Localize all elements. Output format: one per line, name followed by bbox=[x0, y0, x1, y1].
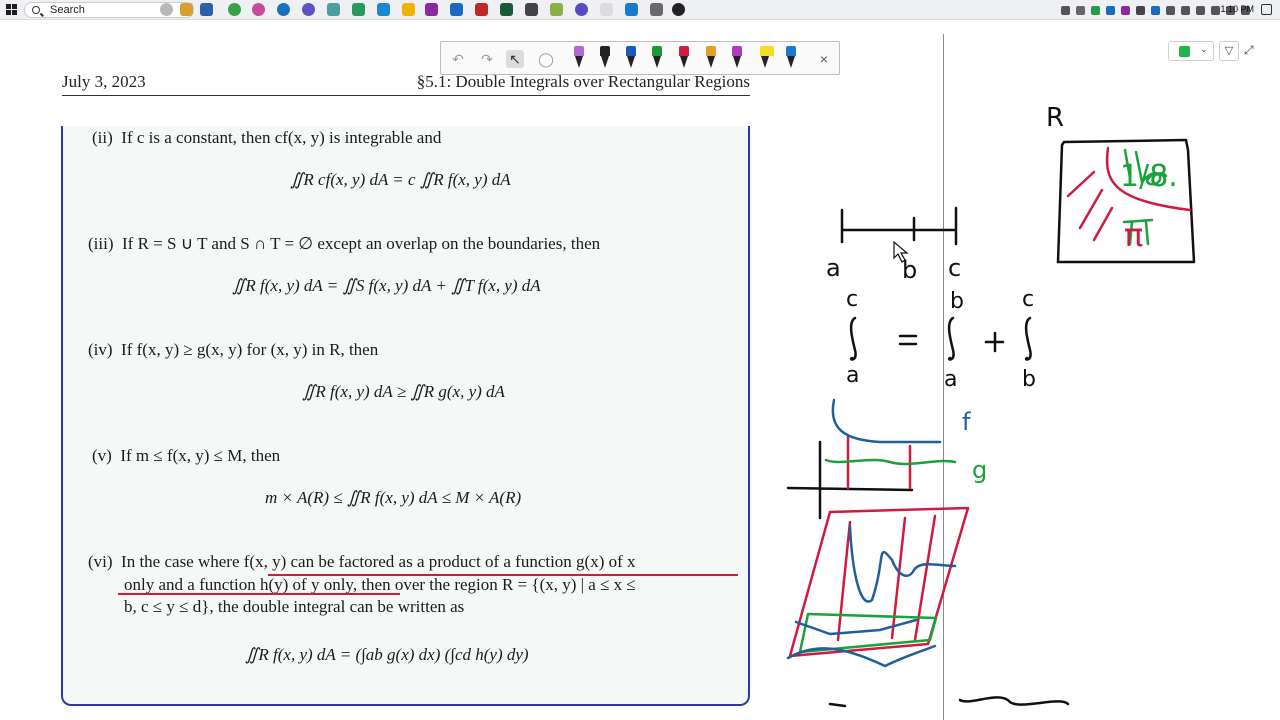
outlook-icon[interactable] bbox=[450, 3, 463, 16]
item-text: If m ≤ f(x, y) ≤ M, then bbox=[120, 446, 281, 465]
app-icon[interactable] bbox=[525, 3, 538, 16]
app-icon[interactable] bbox=[377, 3, 390, 16]
tray-app-icon[interactable] bbox=[1106, 5, 1115, 15]
item-text: If R = S ∪ T and S ∩ T = ∅ except an ove… bbox=[122, 234, 601, 253]
function-label-f: f bbox=[962, 408, 971, 436]
windows-taskbar: Search 1:10 PM bbox=[0, 0, 1280, 20]
chevron-icon[interactable] bbox=[1061, 5, 1070, 15]
integral-bound: b bbox=[1022, 367, 1036, 392]
app-icon[interactable] bbox=[302, 3, 315, 16]
app-icon[interactable] bbox=[252, 3, 265, 16]
app-icon[interactable] bbox=[550, 3, 563, 16]
expand-icon[interactable]: ⤢ bbox=[1244, 43, 1254, 58]
item-vi: (vi) In the case where f(x, y) can be fa… bbox=[88, 552, 636, 572]
pen-color-icon bbox=[1179, 46, 1190, 57]
item-number: (vi) bbox=[88, 552, 113, 571]
item-number: (ii) bbox=[92, 128, 113, 147]
item-vi-line2: only and a function h(y) of y only, then… bbox=[124, 575, 636, 594]
integral-bound: c bbox=[1022, 287, 1034, 312]
theorem-box bbox=[61, 126, 750, 706]
header-rule bbox=[62, 95, 750, 96]
chrome-icon[interactable] bbox=[228, 3, 241, 16]
select-tool-icon[interactable]: ↖ bbox=[506, 50, 524, 68]
item-vi-line3: b, c ≤ y ≤ d}, the double integral can b… bbox=[124, 597, 465, 616]
copilot-icon[interactable] bbox=[160, 3, 173, 16]
integral-bound: b bbox=[950, 289, 964, 314]
tray-app-icon[interactable] bbox=[1121, 5, 1130, 15]
equation-iv: ∬R f(x, y) dA ≥ ∬R g(x, y) dA bbox=[302, 382, 505, 401]
equation-ii: ∬R cf(x, y) dA = c ∬R f(x, y) dA bbox=[290, 170, 511, 189]
app-icon[interactable] bbox=[650, 3, 663, 16]
integral-bound: a bbox=[944, 367, 957, 392]
wifi-icon[interactable] bbox=[1196, 5, 1205, 15]
search-label: Search bbox=[50, 4, 85, 16]
app-icon[interactable] bbox=[352, 3, 365, 16]
item-text: If c is a constant, then cf(x, y) is int… bbox=[121, 128, 442, 147]
region-note: π bbox=[1124, 216, 1143, 254]
vscode-icon[interactable] bbox=[625, 3, 638, 16]
pen-icon[interactable] bbox=[626, 46, 636, 70]
tray-app-icon[interactable] bbox=[1091, 5, 1100, 15]
pen-icon[interactable] bbox=[679, 46, 689, 70]
app-icon[interactable] bbox=[672, 3, 685, 16]
tray-app-icon[interactable] bbox=[1166, 5, 1175, 15]
clock[interactable]: 1:10 PM bbox=[1220, 4, 1254, 14]
pen-icon[interactable] bbox=[652, 46, 662, 70]
function-label-g: g bbox=[972, 456, 987, 484]
pen-icon[interactable] bbox=[786, 46, 796, 70]
close-icon[interactable]: × bbox=[815, 50, 833, 68]
item-iii: (iii) If R = S ∪ T and S ∩ T = ∅ except … bbox=[88, 234, 600, 254]
equation-iii: ∬R f(x, y) dA = ∬S f(x, y) dA + ∬T f(x, … bbox=[232, 276, 541, 295]
item-text: If f(x, y) ≥ g(x, y) for (x, y) in R, th… bbox=[121, 340, 379, 359]
pen-icon[interactable] bbox=[574, 46, 584, 70]
notification-icon[interactable] bbox=[1261, 4, 1272, 15]
mic-icon[interactable] bbox=[1076, 5, 1085, 15]
region-label: R bbox=[1046, 103, 1064, 133]
file-explorer-icon[interactable] bbox=[402, 3, 415, 16]
lasso-icon[interactable]: ◯ bbox=[537, 50, 555, 68]
chevron-down-icon: ⌄ bbox=[1200, 44, 1208, 54]
highlighter-icon[interactable] bbox=[760, 46, 774, 70]
battery-icon[interactable] bbox=[1211, 5, 1220, 15]
start-button[interactable] bbox=[6, 4, 18, 16]
pen-icon[interactable] bbox=[706, 46, 716, 70]
app-icon[interactable] bbox=[327, 3, 340, 16]
item-number: (iv) bbox=[88, 340, 113, 359]
volume-icon[interactable] bbox=[1181, 5, 1190, 15]
equation-vi: ∬R f(x, y) dA = (∫ab g(x) dx) (∫cd h(y) … bbox=[245, 645, 529, 664]
item-iv: (iv) If f(x, y) ≥ g(x, y) for (x, y) in … bbox=[88, 340, 378, 360]
app-icon[interactable] bbox=[575, 3, 588, 16]
pen-toolbar: ↶ ↷ ↖ ◯ × bbox=[440, 41, 840, 75]
tray-app-icon[interactable] bbox=[1151, 5, 1160, 15]
app-icon[interactable] bbox=[600, 3, 613, 16]
item-number: (iii) bbox=[88, 234, 114, 253]
item-ii: (ii) If c is a constant, then cf(x, y) i… bbox=[92, 128, 441, 148]
filter-icon[interactable]: ▽ bbox=[1219, 41, 1239, 61]
onenote-icon[interactable] bbox=[425, 3, 438, 16]
red-underline bbox=[118, 593, 400, 595]
page-divider bbox=[943, 34, 944, 720]
item-text: In the case where f(x, y) can be factore… bbox=[121, 552, 636, 571]
header-date: July 3, 2023 bbox=[62, 72, 146, 91]
page-toolbar: ⌄ ▽ ⤢ bbox=[1168, 41, 1258, 63]
header-title: §5.1: Double Integrals over Rectangular … bbox=[416, 72, 750, 91]
red-underline bbox=[268, 574, 738, 576]
app-icon[interactable] bbox=[500, 3, 513, 16]
interval-label-c: c bbox=[948, 254, 961, 282]
item-v: (v) If m ≤ f(x, y) ≤ M, then bbox=[92, 446, 280, 466]
item-number: (v) bbox=[92, 446, 112, 465]
widget-icon[interactable] bbox=[180, 3, 193, 16]
equation-v: m × A(R) ≤ ∬R f(x, y) dA ≤ M × A(R) bbox=[265, 488, 522, 507]
app-icon[interactable] bbox=[200, 3, 213, 16]
undo-icon[interactable]: ↶ bbox=[449, 50, 467, 68]
pen-icon[interactable] bbox=[732, 46, 742, 70]
search-icon bbox=[32, 6, 40, 14]
redo-icon[interactable]: ↷ bbox=[478, 50, 496, 68]
tray-app-icon[interactable] bbox=[1136, 5, 1145, 15]
pen-select-button[interactable]: ⌄ bbox=[1168, 41, 1214, 61]
region-note: 1/8. bbox=[1120, 159, 1178, 194]
edge-icon[interactable] bbox=[277, 3, 290, 16]
app-icon[interactable] bbox=[475, 3, 488, 16]
pen-icon[interactable] bbox=[600, 46, 610, 70]
